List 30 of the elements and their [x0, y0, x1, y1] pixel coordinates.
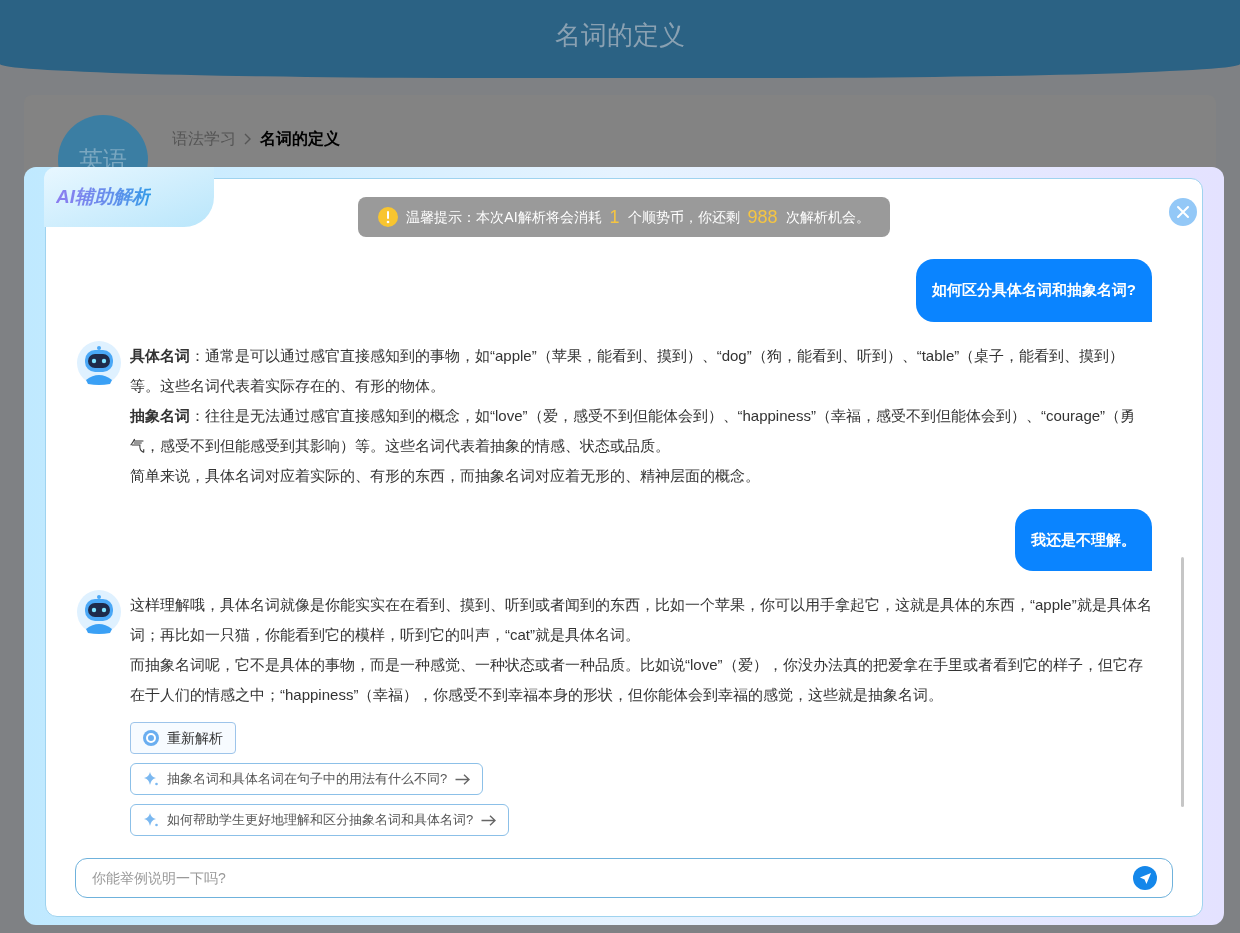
suggestion-button[interactable]: 抽象名词和具体名词在句子中的用法有什么不同? [130, 763, 484, 795]
refresh-icon [143, 730, 159, 746]
robot-avatar-icon [76, 589, 122, 635]
user-message-bubble: 如何区分具体名词和抽象名词? [915, 259, 1152, 322]
question-input[interactable]: 你能举例说明一下吗? [75, 858, 1173, 898]
answer-paragraph: 抽象名词：往往是无法通过感官直接感知到的概念，如“love”（爱，感受不到但能体会到）、“happiness”（幸福，感受不到但能体会到）、“courage”（勇气，感受不到但能感受到其影响）等。这些名词代表着抽象的情感、状态或品质。 [130, 405, 1137, 456]
notice-text: 次解析机会。 [785, 207, 870, 227]
robot-avatar-icon [76, 339, 122, 386]
cost-count: 1 [609, 205, 620, 229]
sparkle-icon [143, 812, 159, 828]
answer-paragraph: 而抽象名词呢，它不是具体的事物，而是一种感觉、一种状态或者一种品质。比如说“love”（爱），你没办法真的把爱拿在手里或者看到它的样子，但它存在于人们的情感之中；“happiness”（幸福），你感受不到幸福本身的形状，但你能体会到幸福的感觉，这些就是抽象名词。 [130, 655, 1144, 705]
page-title: 名词的定义 [555, 18, 685, 52]
remaining-count: 988 [747, 205, 778, 229]
breadcrumb-item[interactable]: 名词的定义 [260, 127, 340, 151]
suggestion-button[interactable]: 如何帮助学生更好地理解和区分抽象名词和具体名词? [130, 804, 510, 836]
send-button[interactable] [1133, 866, 1157, 890]
arrow-right-icon [481, 814, 497, 826]
sparkle-icon [143, 771, 159, 787]
answer-paragraph: 具体名词：通常是可以通过感官直接感知到的事物，如“apple”（苹果，能看到、摸到）、“dog”（狗，能看到、听到）、“table”（桌子，能看到、摸到）等。这些名词代表着实际存在的、有形的物体。 [130, 345, 1126, 396]
warning-icon [378, 207, 399, 227]
send-icon [1138, 871, 1152, 885]
user-message-bubble: 我还是不理解。 [1015, 508, 1152, 571]
chevron-icon [244, 133, 252, 145]
regenerate-button[interactable]: 重新解析 [130, 722, 236, 754]
notice-text: 个顺势币，你还剩 [627, 207, 740, 227]
answer-paragraph: 简单来说，具体名词对应着实际的、有形的东西，而抽象名词对应着无形的、精神层面的概念。 [130, 465, 761, 486]
notice-text: 温馨提示：本次AI解析将会消耗 [406, 207, 602, 227]
answer-paragraph: 这样理解哦，具体名词就像是你能实实在在看到、摸到、听到或者闻到的东西，比如一个苹果，你可以用手拿起它，这就是具体的东西，“apple”就是具体名词；再比如一只猫，你能看到它的模样，听到它的叫声，“cat”就是具体名词。 [130, 595, 1152, 645]
arrow-right-icon [455, 773, 471, 785]
close-icon [1176, 205, 1190, 219]
